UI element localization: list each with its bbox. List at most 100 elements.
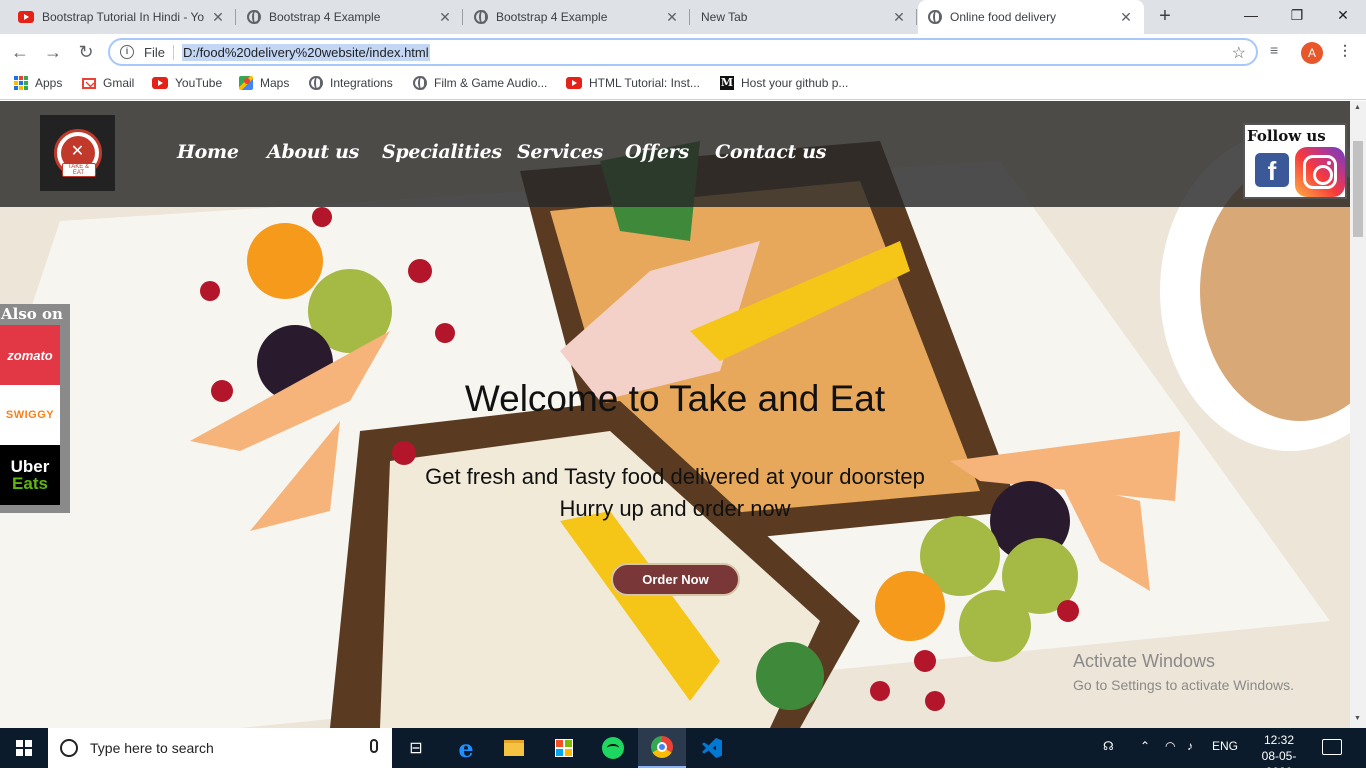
- medium-icon: M: [720, 76, 734, 90]
- site-navbar: ✕ TAKE & EAT Home About us Specialities …: [0, 101, 1350, 207]
- nav-services[interactable]: Services: [517, 141, 603, 163]
- follow-us-panel: Follow us f: [1243, 123, 1347, 199]
- bookmark-label: YouTube: [175, 76, 223, 90]
- bookmark-apps[interactable]: Apps: [14, 76, 62, 90]
- bookmark-maps[interactable]: Maps: [239, 76, 289, 90]
- maximize-button[interactable]: ❐: [1274, 0, 1320, 30]
- task-view-icon: ⊟: [409, 740, 423, 757]
- hero-tagline: Hurry up and order now: [559, 496, 791, 521]
- taskbar-chrome[interactable]: [638, 728, 686, 768]
- globe-icon: [413, 76, 427, 90]
- bookmark-label: Film & Game Audio...: [434, 76, 548, 90]
- site-logo[interactable]: ✕ TAKE & EAT: [40, 115, 115, 191]
- profile-avatar[interactable]: A: [1301, 42, 1323, 64]
- show-hidden-icons-icon[interactable]: ⌃: [1140, 739, 1150, 753]
- search-placeholder: Type here to search: [90, 740, 214, 756]
- bookmark-html-tutorial[interactable]: HTML Tutorial: Inst...: [566, 76, 700, 90]
- network-icon[interactable]: ◠: [1165, 739, 1175, 753]
- nav-offers[interactable]: Offers: [625, 141, 689, 163]
- tab-online-food-delivery[interactable]: Online food delivery ✕: [918, 0, 1144, 34]
- bookmark-gmail[interactable]: Gmail: [82, 76, 134, 90]
- back-icon[interactable]: ←: [8, 40, 32, 64]
- tab-title: New Tab: [701, 10, 748, 24]
- taskbar-search[interactable]: Type here to search: [48, 728, 392, 768]
- bookmark-label: Gmail: [103, 76, 135, 90]
- reload-icon[interactable]: ↻: [74, 40, 98, 64]
- tab-title: Bootstrap 4 Example: [269, 10, 381, 24]
- nav-about-us[interactable]: About us: [267, 141, 359, 163]
- spotify-icon: [602, 737, 624, 759]
- follow-us-title: Follow us: [1247, 127, 1326, 145]
- zomato-logo[interactable]: zomato: [0, 325, 60, 385]
- scrollbar-thumb[interactable]: [1353, 141, 1363, 237]
- activate-windows-hint: Go to Settings to activate Windows.: [1073, 677, 1294, 693]
- tab-strip: Bootstrap Tutorial In Hindi - Yo ✕ Boots…: [0, 0, 1366, 34]
- page-scrollbar[interactable]: ▲ ▼: [1350, 101, 1366, 728]
- gmail-icon: [82, 77, 96, 89]
- info-icon[interactable]: i: [120, 45, 134, 59]
- tab-new-tab[interactable]: New Tab ✕: [691, 0, 917, 34]
- volume-icon[interactable]: ♪: [1187, 739, 1193, 753]
- close-tab-icon[interactable]: ✕: [1118, 9, 1134, 26]
- people-icon[interactable]: ☊: [1103, 739, 1114, 753]
- close-tab-icon[interactable]: ✕: [210, 9, 226, 26]
- scroll-up-icon[interactable]: ▲: [1354, 104, 1361, 111]
- clock-time: 12:32: [1263, 733, 1295, 747]
- bookmark-label: Apps: [35, 76, 63, 90]
- bookmarks-bar: Apps Gmail YouTube Maps Integrations Fil…: [0, 70, 1366, 100]
- page-viewport: ✕ TAKE & EAT Home About us Specialities …: [0, 101, 1350, 728]
- bookmark-label: Host your github p...: [741, 76, 849, 90]
- menu-icon[interactable]: ⋮: [1338, 42, 1352, 59]
- globe-icon: [928, 10, 942, 24]
- clock-date: 08-05-2020: [1261, 749, 1297, 779]
- taskbar-store[interactable]: [540, 728, 588, 768]
- scroll-down-icon[interactable]: ▼: [1354, 715, 1361, 722]
- instagram-icon[interactable]: [1295, 147, 1345, 197]
- start-button[interactable]: [0, 728, 48, 768]
- bookmark-host-github[interactable]: M Host your github p...: [720, 76, 848, 90]
- taskbar-spotify[interactable]: [589, 728, 637, 768]
- microphone-icon[interactable]: [370, 739, 378, 753]
- taskbar-file-explorer[interactable]: [490, 728, 538, 768]
- activate-windows-title: Activate Windows: [1073, 651, 1216, 671]
- apps-grid-icon: [14, 76, 28, 90]
- media-controls-icon[interactable]: ≡: [1270, 42, 1278, 58]
- task-view-button[interactable]: ⊟: [392, 728, 440, 768]
- globe-icon: [474, 10, 488, 24]
- fork-spoon-icon: ✕ TAKE & EAT: [53, 129, 102, 177]
- url-text[interactable]: D:/food%20delivery%20website/index.html: [181, 43, 430, 61]
- notifications-icon[interactable]: [1322, 739, 1342, 755]
- language-indicator[interactable]: ENG: [1212, 739, 1238, 753]
- close-window-button[interactable]: ✕: [1320, 0, 1366, 30]
- store-icon: [555, 739, 573, 757]
- tab-title: Bootstrap 4 Example: [496, 10, 608, 24]
- taskbar-edge[interactable]: e: [442, 728, 490, 768]
- taskbar-vscode[interactable]: [688, 728, 736, 768]
- order-now-button[interactable]: Order Now: [611, 563, 740, 596]
- new-tab-button[interactable]: +: [1153, 5, 1177, 29]
- forward-icon[interactable]: →: [41, 40, 65, 64]
- tab-bootstrap-example-1[interactable]: Bootstrap 4 Example ✕: [237, 0, 463, 34]
- close-tab-icon[interactable]: ✕: [437, 9, 453, 26]
- nav-home[interactable]: Home: [177, 141, 239, 163]
- nav-specialities[interactable]: Specialities: [382, 141, 502, 163]
- close-tab-icon[interactable]: ✕: [664, 9, 680, 26]
- minimize-button[interactable]: —: [1228, 0, 1274, 30]
- globe-icon: [309, 76, 323, 90]
- windows-taskbar: Type here to search ⊟ e ☊ ⌃ ◠ ♪ ENG 12:3…: [0, 728, 1366, 779]
- system-clock[interactable]: 12:32 08-05-2020: [1252, 732, 1306, 780]
- tab-bootstrap-tutorial[interactable]: Bootstrap Tutorial In Hindi - Yo ✕: [8, 0, 236, 34]
- youtube-icon: [152, 77, 168, 89]
- hero-title: Welcome to Take and Eat: [464, 378, 886, 419]
- bookmark-star-icon[interactable]: ☆: [1232, 43, 1246, 63]
- bookmark-film-game-audio[interactable]: Film & Game Audio...: [413, 76, 547, 90]
- url-scheme: File: [144, 44, 174, 60]
- tab-bootstrap-example-2[interactable]: Bootstrap 4 Example ✕: [464, 0, 690, 34]
- address-bar[interactable]: i File D:/food%20delivery%20website/inde…: [108, 38, 1258, 66]
- close-tab-icon[interactable]: ✕: [891, 9, 907, 26]
- cortana-icon: [60, 739, 78, 757]
- bookmark-integrations[interactable]: Integrations: [309, 76, 393, 90]
- nav-contact-us[interactable]: Contact us: [715, 141, 826, 163]
- bookmark-youtube[interactable]: YouTube: [152, 76, 222, 90]
- facebook-icon[interactable]: f: [1255, 153, 1289, 187]
